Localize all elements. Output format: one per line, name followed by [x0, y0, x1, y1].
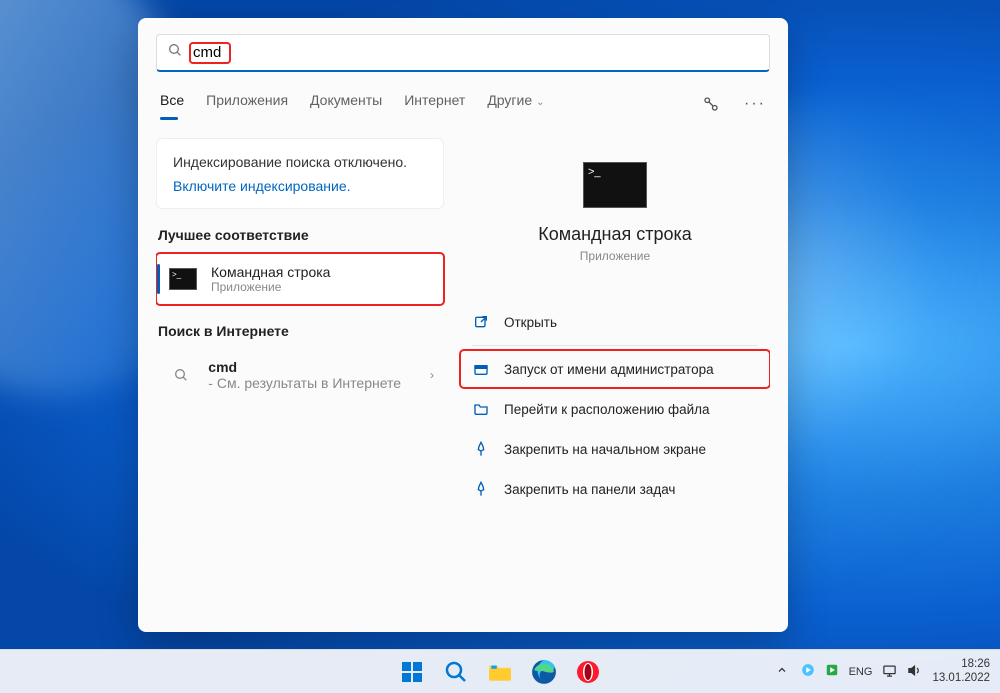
result-title: Командная строка — [211, 264, 330, 280]
chevron-right-icon: › — [430, 368, 434, 382]
taskbar-search-button[interactable] — [437, 653, 475, 691]
enable-indexing-link[interactable]: Включите индексирование. — [173, 178, 427, 194]
search-icon — [166, 361, 196, 389]
shield-icon — [472, 360, 490, 378]
indexing-notice-card: Индексирование поиска отключено. Включит… — [156, 138, 444, 209]
language-indicator[interactable]: ENG — [849, 666, 873, 678]
system-tray: ENG 18:26 13.01.2022 — [773, 658, 1000, 686]
tray-overflow-icon[interactable] — [773, 664, 791, 679]
taskbar: ENG 18:26 13.01.2022 — [0, 649, 1000, 693]
search-input[interactable] — [193, 44, 227, 61]
tab-all[interactable]: Все — [160, 92, 184, 116]
action-label: Запуск от имени администратора — [504, 362, 714, 377]
clock[interactable]: 18:26 13.01.2022 — [932, 658, 990, 686]
search-icon — [167, 42, 183, 63]
tab-docs[interactable]: Документы — [310, 92, 382, 116]
search-query-highlight — [191, 44, 229, 62]
web-result-desc: - См. результаты в Интернете — [208, 375, 401, 391]
pin-icon — [472, 440, 490, 458]
indexing-notice-text: Индексирование поиска отключено. — [173, 153, 427, 172]
action-pin-taskbar[interactable]: Закрепить на панели задач — [460, 470, 770, 508]
best-match-heading: Лучшее соответствие — [158, 227, 444, 243]
taskbar-explorer-button[interactable] — [481, 653, 519, 691]
taskbar-edge-button[interactable] — [525, 653, 563, 691]
best-match-result[interactable]: >_ Командная строка Приложение — [156, 253, 444, 305]
more-options-icon[interactable]: ··· — [744, 93, 766, 115]
tray-app-icon-2[interactable] — [825, 663, 839, 680]
web-search-heading: Поиск в Интернете — [158, 323, 444, 339]
divider — [472, 345, 758, 346]
action-label: Открыть — [504, 315, 557, 330]
action-run-as-admin[interactable]: Запуск от имени администратора — [460, 350, 770, 388]
taskbar-opera-button[interactable] — [569, 653, 607, 691]
tab-web[interactable]: Интернет — [404, 92, 465, 116]
action-label: Закрепить на панели задач — [504, 482, 675, 497]
volume-icon[interactable] — [907, 663, 922, 681]
action-open-location[interactable]: Перейти к расположению файла — [460, 390, 770, 428]
start-button[interactable] — [393, 653, 431, 691]
preview-app-icon: >_ — [583, 162, 647, 208]
search-panel: Все Приложения Документы Интернет Другие… — [138, 18, 788, 632]
web-result[interactable]: cmd - См. результаты в Интернете › — [156, 349, 444, 401]
web-result-term: cmd — [208, 359, 237, 375]
preview-subtitle: Приложение — [580, 249, 650, 263]
search-tabs: Все Приложения Документы Интернет Другие… — [156, 92, 770, 116]
tab-apps[interactable]: Приложения — [206, 92, 288, 116]
search-input-rest[interactable] — [237, 44, 759, 61]
pin-icon — [472, 480, 490, 498]
network-icon[interactable] — [882, 663, 897, 681]
action-list: Открыть Запуск от имени администратора П… — [460, 303, 770, 508]
action-label: Закрепить на начальном экране — [504, 442, 706, 457]
tab-more[interactable]: Другие⌄ — [487, 92, 544, 116]
connector-icon[interactable] — [700, 93, 722, 115]
folder-icon — [472, 400, 490, 418]
cmd-app-icon: >_ — [167, 265, 199, 293]
search-box[interactable] — [156, 34, 770, 72]
result-subtitle: Приложение — [211, 280, 330, 294]
action-pin-start[interactable]: Закрепить на начальном экране — [460, 430, 770, 468]
clock-time: 18:26 — [932, 658, 990, 672]
preview-column: >_ Командная строка Приложение Открыть З… — [460, 138, 770, 620]
action-label: Перейти к расположению файла — [504, 402, 710, 417]
results-column: Индексирование поиска отключено. Включит… — [156, 138, 444, 620]
action-open[interactable]: Открыть — [460, 303, 770, 341]
chevron-down-icon: ⌄ — [536, 97, 544, 108]
clock-date: 13.01.2022 — [932, 672, 990, 686]
open-icon — [472, 313, 490, 331]
preview-title: Командная строка — [538, 224, 692, 245]
tray-app-icon-1[interactable] — [801, 663, 815, 680]
taskbar-center — [393, 653, 607, 691]
